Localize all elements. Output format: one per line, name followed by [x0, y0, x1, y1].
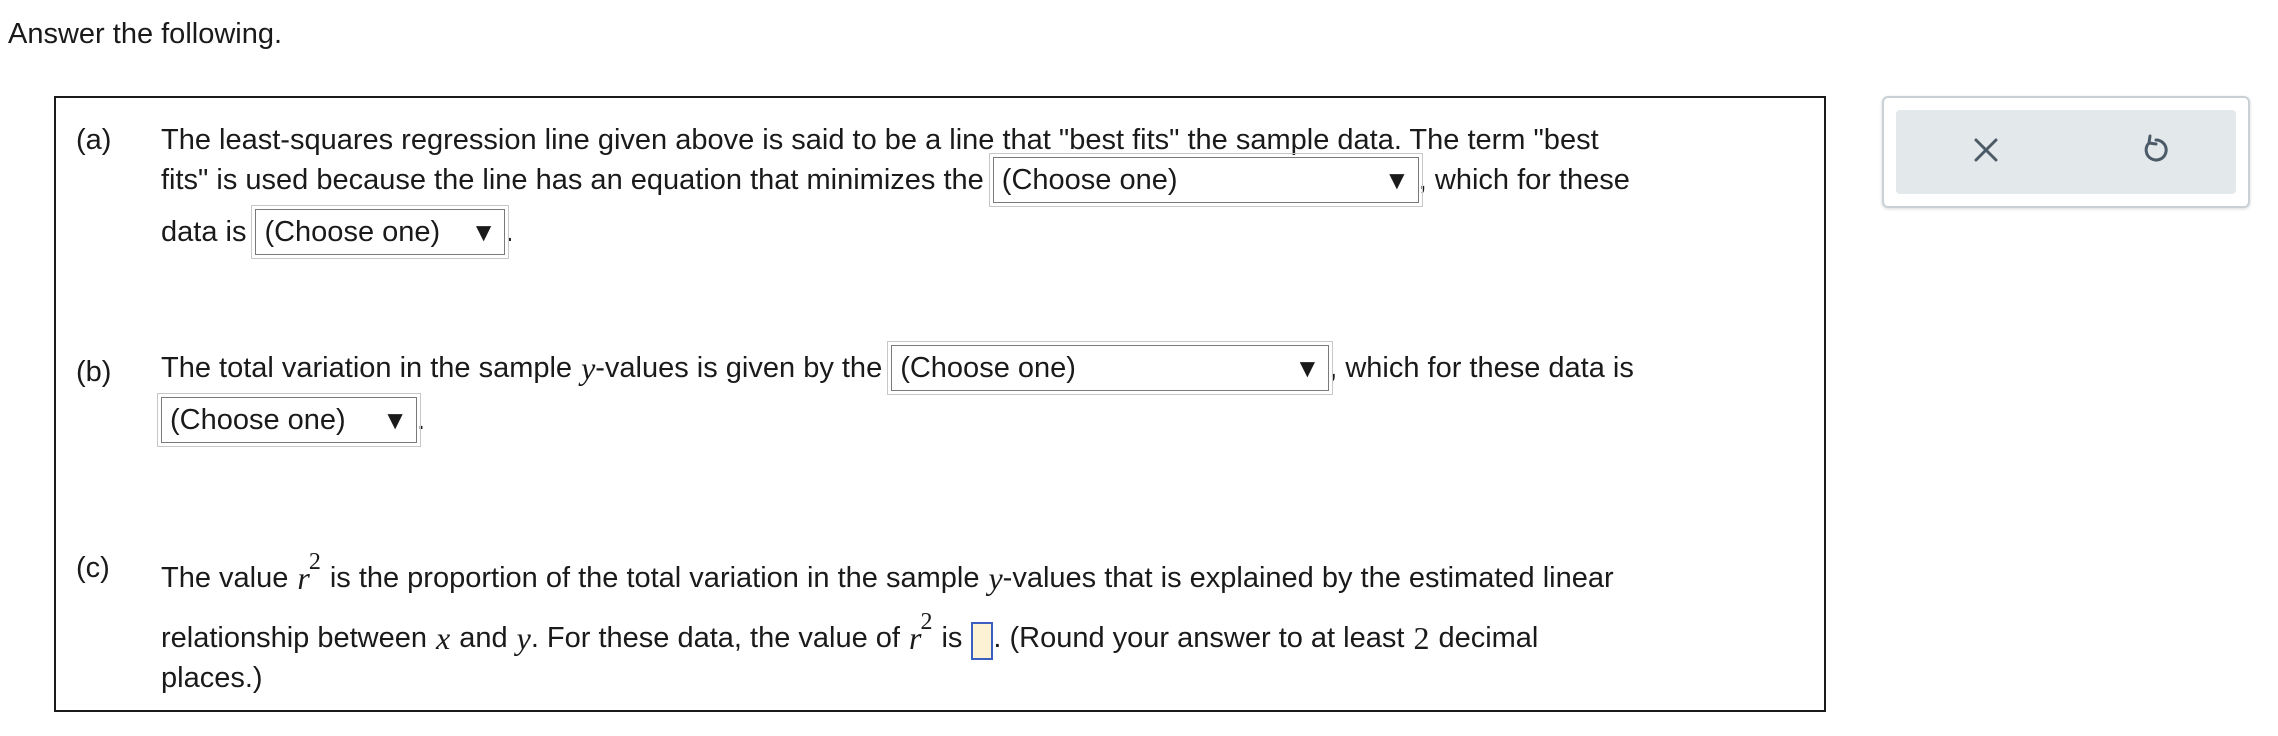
undo-button[interactable] [2126, 110, 2186, 194]
part-b-label: (b) [76, 356, 112, 388]
part-a-body: The least-squares regression line given … [161, 120, 1804, 259]
part-a-text-1: The least-squares regression line given … [161, 124, 1599, 156]
part-b-line-2: (Choose one) ▼ . [157, 393, 1804, 447]
part-c-text-6: . For these data, the value of [530, 622, 900, 654]
part-c-text-5: and [459, 622, 508, 654]
part-a-text-5: . [505, 216, 514, 248]
r-squared-answer-input[interactable] [971, 622, 994, 660]
part-a-line-2: fits" is used because the line has an eq… [161, 153, 1804, 207]
instruction-text: Answer the following. [8, 18, 283, 50]
var-x: x [436, 620, 451, 656]
dropdown-arrow-icon: ▼ [1384, 165, 1410, 195]
question-box: (a) The least-squares regression line gi… [54, 96, 1826, 712]
tool-panel-inner [1896, 110, 2236, 194]
part-c-text-2: is the proportion of the total variation… [329, 562, 980, 594]
part-c-text-7: is [941, 622, 963, 654]
part-a-label: (a) [76, 124, 112, 156]
part-c-text-8: . (Round your answer to at least [993, 622, 1405, 654]
part-c-line-3: places.) [161, 658, 1804, 698]
part-b-line-1: The total variation in the sample y -val… [161, 341, 1804, 395]
part-c-text-1: The value [161, 562, 289, 594]
var-y: y [581, 350, 596, 386]
close-icon [1971, 135, 2001, 170]
dropdown-arrow-icon: ▼ [382, 405, 408, 435]
part-b-select-total-variation-value: (Choose one) [900, 352, 1076, 384]
part-c-text-9: decimal [1438, 622, 1539, 654]
part-a-line-3: data is (Choose one) ▼ . [161, 205, 1804, 259]
exponent-2: 2 [920, 609, 933, 635]
part-a-select-value-text: (Choose one) [264, 216, 441, 248]
part-b-text-3: , which for these data is [1329, 352, 1634, 384]
part-b-body: The total variation in the sample y -val… [157, 341, 1804, 447]
part-a-select-minimizes[interactable]: (Choose one) ▼ [988, 153, 1423, 207]
part-a-line-1: The least-squares regression line given … [161, 120, 1804, 160]
part-c-line-2: relationship between x and y . For these… [161, 598, 1804, 660]
part-a-text-2: fits" is used because the line has an eq… [161, 164, 984, 196]
part-a-text-4: data is [161, 216, 247, 248]
exponent-2: 2 [308, 549, 321, 575]
undo-icon [2139, 133, 2173, 172]
part-b-select-value-text: (Choose one) [170, 404, 346, 436]
var-y: y [988, 560, 1003, 596]
part-c-label: (c) [76, 552, 110, 584]
part-c-text-3: -values that is explained by the estimat… [1002, 562, 1614, 594]
part-b-select-total-variation[interactable]: (Choose one) ▼ [887, 341, 1334, 395]
part-a-select-value[interactable]: (Choose one) ▼ [251, 205, 510, 259]
part-b-select-value[interactable]: (Choose one) ▼ [157, 393, 421, 447]
part-b-text-4: . [417, 404, 426, 436]
tool-panel [1882, 96, 2250, 208]
dropdown-arrow-icon: ▼ [470, 217, 497, 247]
part-a-select-minimizes-value: (Choose one) [1001, 164, 1178, 196]
decimal-count: 2 [1413, 620, 1430, 656]
part-b-text-1: The total variation in the sample [161, 352, 573, 384]
part-c-line-1: The value r 2 is the proportion of the t… [161, 538, 1804, 598]
part-b-text-2: -values is given by the [595, 352, 883, 384]
part-c-body: The value r 2 is the proportion of the t… [161, 538, 1804, 698]
part-c-text-10: places.) [161, 662, 263, 694]
part-a-text-3: , which for these [1418, 164, 1630, 196]
dropdown-arrow-icon: ▼ [1294, 353, 1321, 383]
var-y: y [516, 620, 531, 656]
clear-button[interactable] [1956, 110, 2016, 194]
part-c-text-4: relationship between [161, 622, 428, 654]
